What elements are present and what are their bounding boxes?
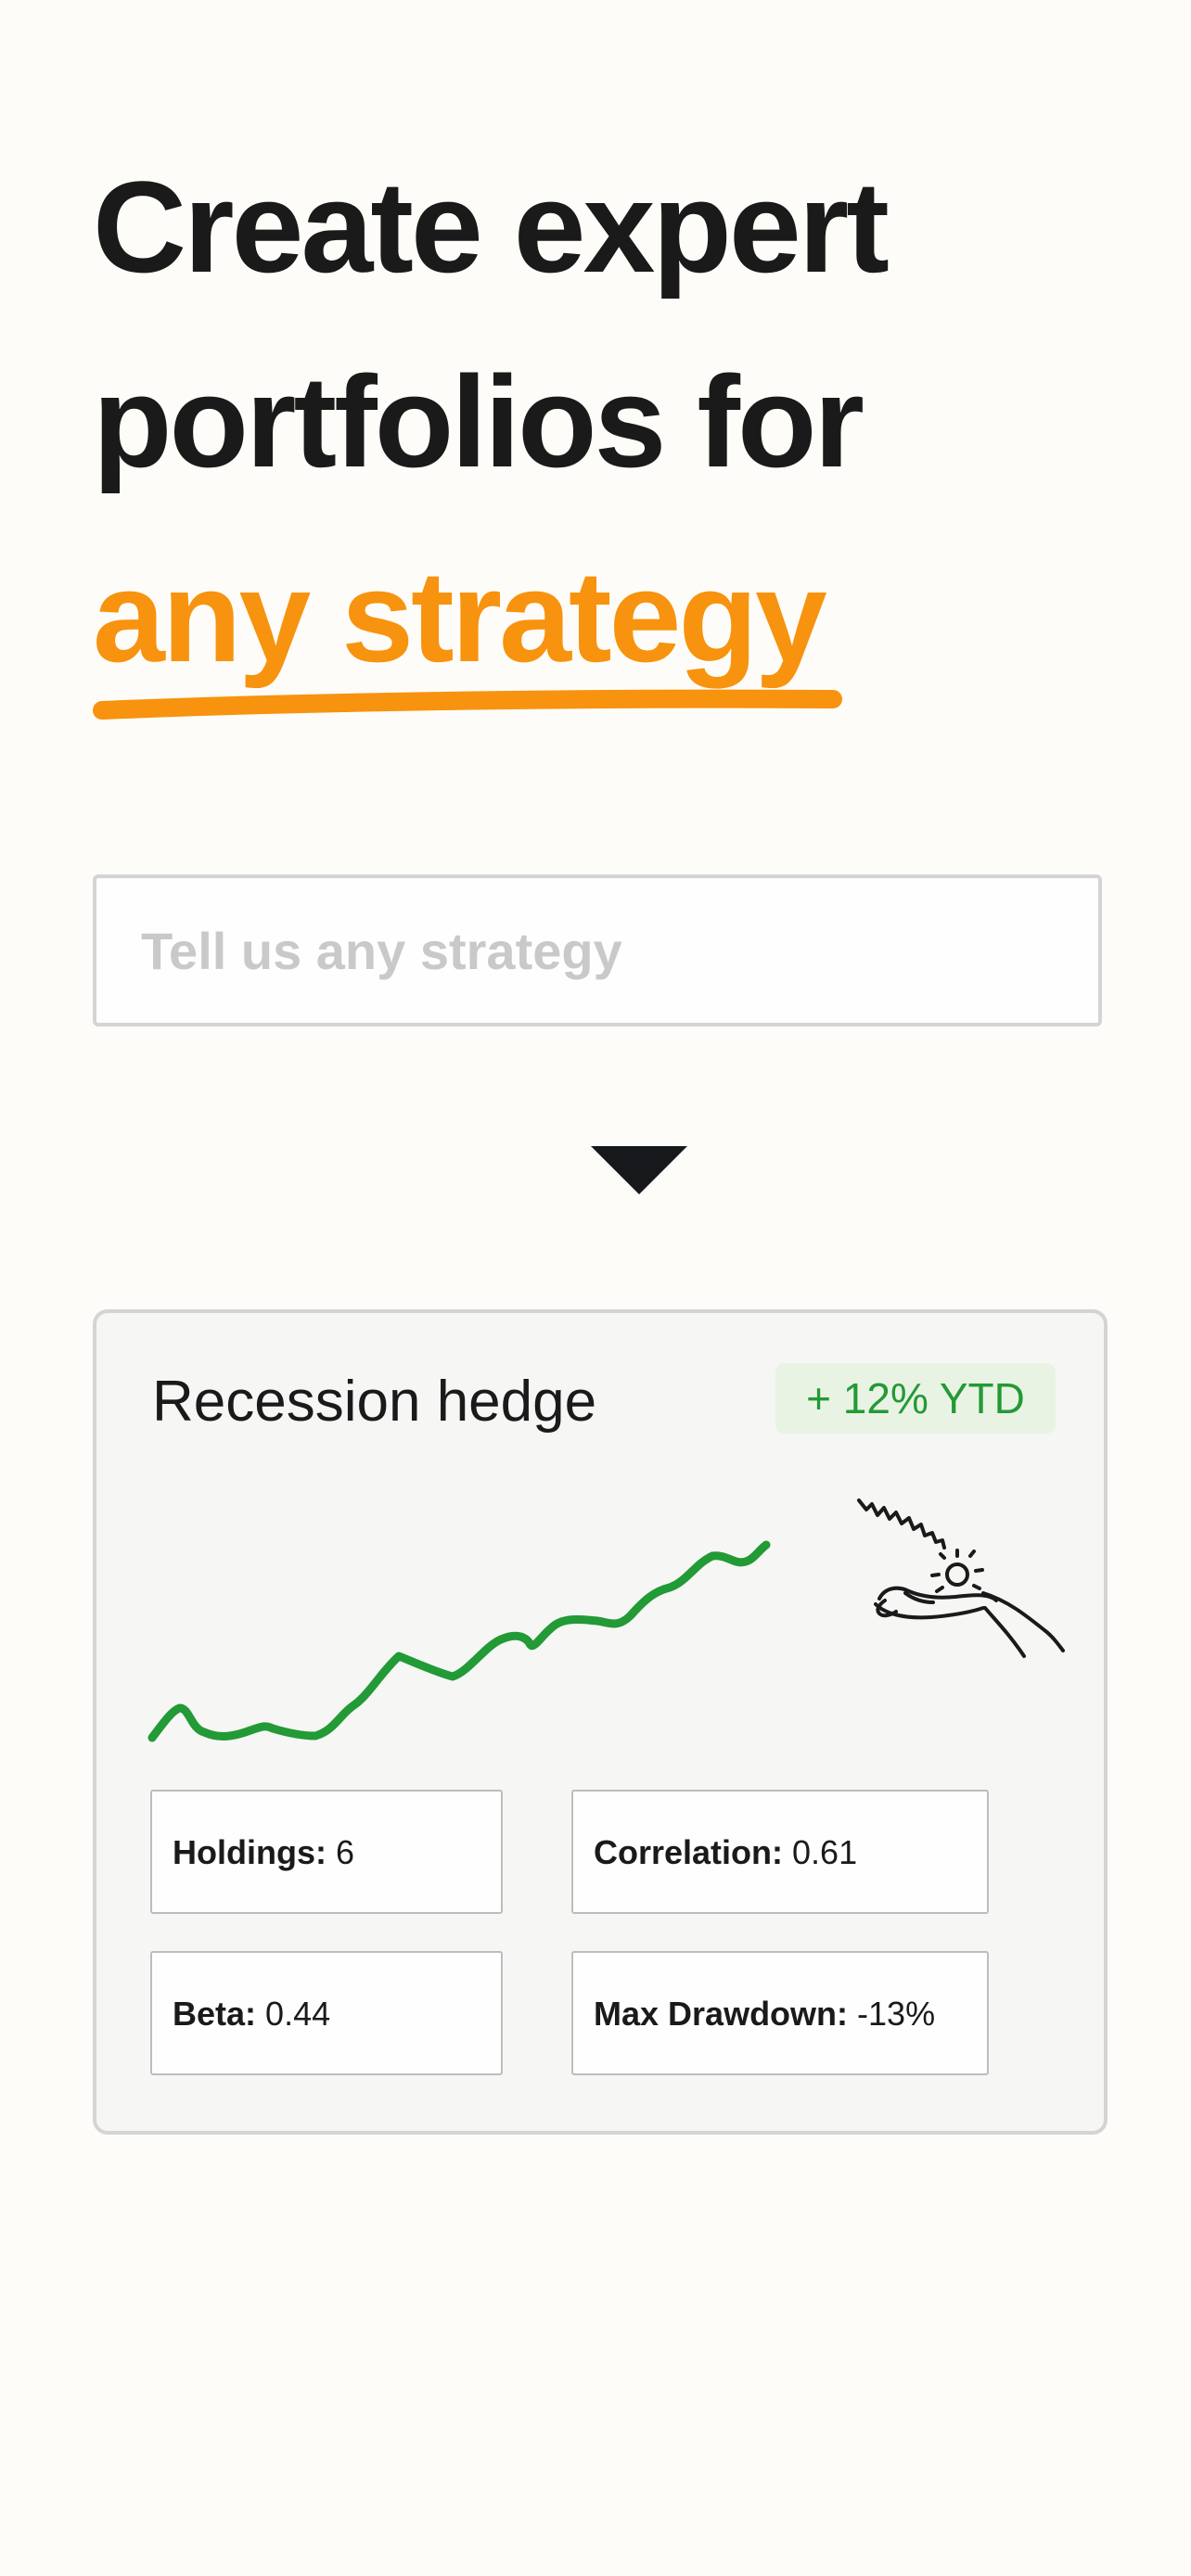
strategy-input-container [93, 874, 1102, 1027]
stat-correlation: Correlation: 0.61 [571, 1790, 989, 1914]
performance-sparkline [147, 1540, 771, 1742]
stat-max-drawdown-value: -13% [857, 1995, 936, 2033]
stat-max-drawdown-label: Max Drawdown: [594, 1995, 849, 2033]
hero-heading: Create expert portfolios for any strateg… [93, 130, 1113, 714]
stat-max-drawdown: Max Drawdown: -13% [571, 1951, 989, 2075]
stat-correlation-label: Correlation: [594, 1833, 784, 1871]
ytd-badge: + 12% YTD [775, 1363, 1056, 1434]
stat-holdings-label: Holdings: [173, 1833, 327, 1871]
hero-line-2: portfolios for [93, 349, 864, 494]
accent-underline [93, 689, 842, 720]
hero-line-1: Create expert [93, 154, 890, 300]
stat-correlation-value: 0.61 [792, 1833, 858, 1871]
strategy-input[interactable] [96, 878, 1098, 1023]
stat-beta-value: 0.44 [265, 1995, 331, 2033]
portfolio-card[interactable]: Recession hedge + 12% YTD Holdings: 6 Co… [93, 1309, 1108, 2135]
stat-beta-label: Beta: [173, 1995, 257, 2033]
stat-beta: Beta: 0.44 [150, 1951, 503, 2075]
hero-line-accent: any strategy [93, 543, 827, 689]
arrow-down-icon [591, 1146, 687, 1194]
portfolio-title: Recession hedge [152, 1370, 597, 1434]
stat-holdings: Holdings: 6 [150, 1790, 503, 1914]
stat-holdings-value: 6 [336, 1833, 355, 1871]
hand-catching-coin-icon [857, 1498, 1065, 1658]
